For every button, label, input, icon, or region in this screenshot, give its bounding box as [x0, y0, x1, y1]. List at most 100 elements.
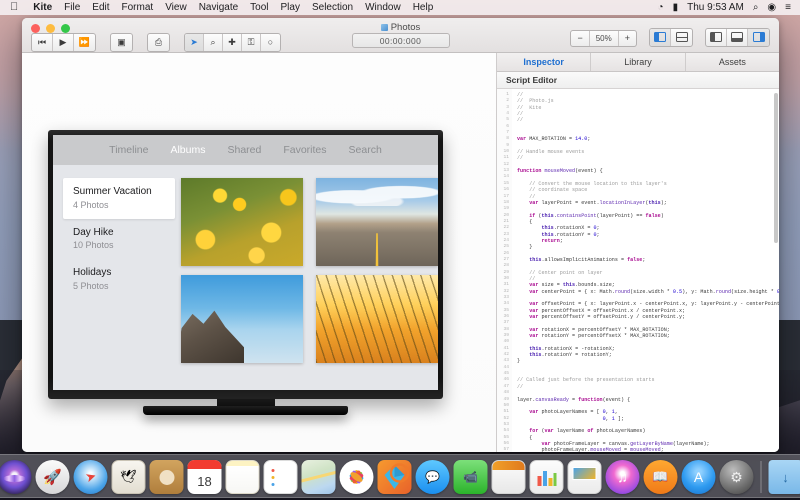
video-camera-icon: 📹 — [463, 470, 478, 484]
fast-forward-button[interactable]: ⏩ — [74, 34, 95, 51]
album-item-day-hike[interactable]: Day Hike 10 Photos — [63, 219, 175, 260]
photos-nav-bar: Timeline Albums Shared Favorites Search — [53, 135, 438, 165]
dock-facetime[interactable]: 📹 — [454, 460, 488, 494]
dock-ibooks[interactable]: 📖 — [644, 460, 678, 494]
dock-notes[interactable] — [226, 460, 260, 494]
photo-wheat-sunset[interactable] — [316, 275, 438, 363]
export-button[interactable]: ⎙ — [148, 34, 169, 51]
wifi-icon[interactable]: ◔ — [658, 3, 664, 13]
minimize-button[interactable] — [46, 24, 55, 33]
clock[interactable]: Thu 9:53 AM — [687, 2, 744, 13]
lock-tool[interactable]: ⚿ — [242, 34, 261, 51]
zoom-control: − 50% + — [570, 30, 637, 47]
dock-keynote[interactable] — [568, 460, 602, 494]
window-controls — [31, 24, 70, 33]
tab-inspector[interactable]: Inspector — [497, 53, 591, 71]
menu-item-window[interactable]: Window — [359, 2, 407, 13]
menu-item-edit[interactable]: Edit — [86, 2, 115, 13]
dock-contacts[interactable] — [150, 460, 184, 494]
dock-downloads[interactable]: ↓ — [769, 460, 800, 494]
close-button[interactable] — [31, 24, 40, 33]
notifications-icon[interactable]: ≡ — [785, 3, 791, 13]
dock-messages[interactable]: 💬 — [416, 460, 450, 494]
play-button[interactable]: ▶ — [53, 34, 74, 51]
code-editor[interactable]: 1234567891011121314151617181920212223242… — [497, 89, 779, 452]
battery-icon[interactable]: ▮ — [673, 3, 679, 13]
tool-palette: ➤ ⌕ ✚ ⚿ ○ — [184, 33, 281, 52]
reminder-dot-icon — [272, 483, 275, 486]
speech-bubble-icon: 💬 — [425, 470, 440, 484]
search-icon[interactable]: ⌕ — [753, 3, 759, 13]
dock-kite[interactable] — [378, 460, 412, 494]
bar-chart-icon — [536, 467, 558, 487]
dock-itunes[interactable]: ♫ — [606, 460, 640, 494]
magnifier-tool[interactable]: ⌕ — [204, 34, 223, 51]
zoom-button[interactable] — [61, 24, 70, 33]
menu-item-navigate[interactable]: Navigate — [193, 2, 244, 13]
zoom-in-button[interactable]: + — [619, 31, 636, 46]
book-icon: 📖 — [652, 469, 668, 485]
photo-desert-highway[interactable] — [316, 178, 438, 266]
arrow-tool[interactable]: ➤ — [185, 34, 204, 51]
preview-window-button[interactable]: ▣ — [111, 34, 132, 51]
photo-yellow-flowers[interactable] — [181, 178, 303, 266]
tab-shared[interactable]: Shared — [227, 144, 261, 156]
album-count: 10 Photos — [73, 239, 165, 251]
layout-split-horizontal-button[interactable] — [671, 29, 692, 46]
toggle-left-panel-button[interactable] — [706, 29, 727, 46]
tab-timeline[interactable]: Timeline — [109, 144, 148, 156]
app-toolbar: Photos 00:00:000 ⏮ ▶ ⏩ ▣ ⎙ ➤ ⌕ ✚ ⚿ ○ — [22, 18, 779, 53]
dock-photos[interactable] — [340, 460, 374, 494]
tab-albums[interactable]: Albums — [170, 144, 205, 156]
tab-search[interactable]: Search — [349, 144, 382, 156]
toggle-right-panel-button[interactable] — [748, 29, 769, 46]
dock-calendar[interactable]: 18 — [188, 460, 222, 494]
dock-system-preferences[interactable]: ⚙ — [720, 460, 754, 494]
dock-siri[interactable] — [0, 460, 32, 494]
album-item-holidays[interactable]: Holidays 5 Photos — [63, 259, 175, 300]
zoom-level-value[interactable]: 50% — [590, 31, 619, 46]
dock-app-store[interactable]: A — [682, 460, 716, 494]
menu-item-view[interactable]: View — [159, 2, 193, 13]
dock-launchpad[interactable]: 🚀 — [36, 460, 70, 494]
go-to-start-button[interactable]: ⏮ — [32, 34, 53, 51]
menu-item-kite[interactable]: Kite — [27, 2, 58, 13]
export-group: ⎙ — [147, 33, 170, 52]
siri-icon[interactable]: ◉ — [767, 3, 776, 13]
menu-item-file[interactable]: File — [58, 2, 86, 13]
canvas-area[interactable]: Timeline Albums Shared Favorites Search … — [22, 53, 496, 452]
tv-stand-neck — [217, 399, 275, 406]
dock-safari[interactable]: ➤ — [74, 460, 108, 494]
dock-numbers[interactable] — [530, 460, 564, 494]
timecode-field[interactable]: 00:00:000 — [352, 33, 450, 48]
window-title: Photos — [391, 22, 421, 33]
tab-library[interactable]: Library — [591, 53, 685, 71]
apple-menu-icon[interactable]:  — [6, 2, 27, 14]
tab-assets[interactable]: Assets — [686, 53, 779, 71]
lasso-tool[interactable]: ○ — [261, 34, 280, 51]
move-tool[interactable]: ✚ — [223, 34, 242, 51]
dock-mail[interactable]: 🕊 — [112, 460, 146, 494]
photo-rock-blue-sky[interactable] — [181, 275, 303, 363]
menu-item-play[interactable]: Play — [275, 2, 306, 13]
dock-reminders[interactable] — [264, 460, 298, 494]
tab-favorites[interactable]: Favorites — [283, 144, 326, 156]
code-text[interactable]: //// Photo.js// Kite//// var MAX_ROTATIO… — [512, 89, 779, 452]
toggle-bottom-panel-button[interactable] — [727, 29, 748, 46]
layout-split-vertical-button[interactable] — [650, 29, 671, 46]
album-item-summer-vacation[interactable]: Summer Vacation 4 Photos — [63, 178, 175, 219]
menu-item-selection[interactable]: Selection — [306, 2, 359, 13]
dock-maps[interactable] — [302, 460, 336, 494]
dock-pages[interactable] — [492, 460, 526, 494]
menu-item-format[interactable]: Format — [116, 2, 160, 13]
menu-item-tool[interactable]: Tool — [244, 2, 274, 13]
tv-screen: Timeline Albums Shared Favorites Search … — [53, 135, 438, 390]
menu-item-help[interactable]: Help — [407, 2, 440, 13]
left-panel-icon — [707, 29, 726, 46]
music-note-icon: ♫ — [617, 469, 628, 485]
zoom-out-button[interactable]: − — [571, 31, 589, 46]
person-icon — [159, 470, 174, 485]
reminder-dot-icon — [272, 476, 275, 479]
code-scrollbar[interactable] — [774, 93, 778, 243]
inspector-tabs: Inspector Library Assets — [497, 53, 779, 72]
